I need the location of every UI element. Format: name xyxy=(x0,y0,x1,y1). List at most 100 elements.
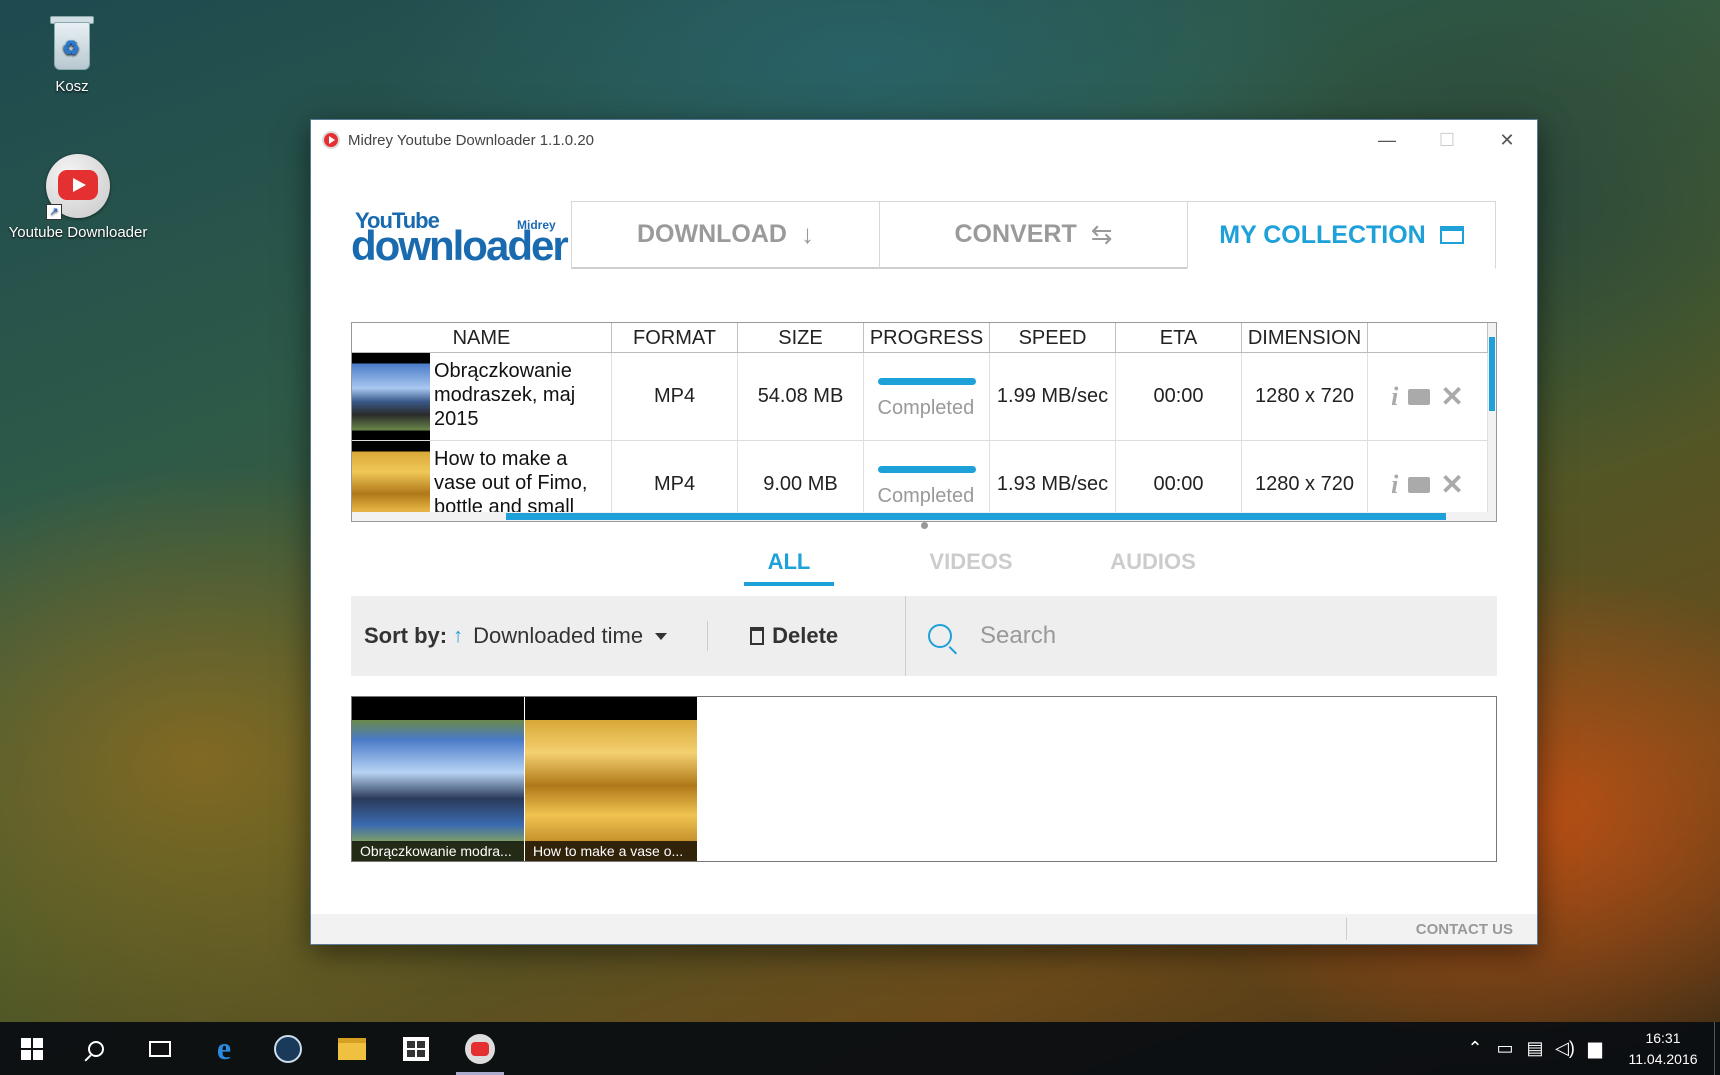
window-controls: — ☐ ✕ xyxy=(1357,120,1537,160)
title-bar[interactable]: Midrey Youtube Downloader 1.1.0.20 — ☐ ✕ xyxy=(311,120,1537,160)
system-tray: ⌃ ▭ ▤ ◁) ▆ 16:31 11.04.2016 xyxy=(1460,1022,1720,1075)
cell-actions: i ✕ xyxy=(1368,441,1488,521)
edge-icon: e xyxy=(216,1030,232,1066)
cell-dimension: 1280 x 720 xyxy=(1242,441,1368,521)
scrollbar-thumb[interactable] xyxy=(1489,337,1495,411)
recycle-bin-icon: ♻ xyxy=(46,12,98,72)
column-header-actions xyxy=(1368,323,1488,352)
chevron-down-icon[interactable] xyxy=(655,632,668,640)
column-header-format[interactable]: FORMAT xyxy=(612,323,738,352)
tab-my-collection[interactable]: MY COLLECTION xyxy=(1187,201,1496,269)
search-box xyxy=(905,596,1497,676)
contact-us-link[interactable]: CONTACT US xyxy=(1416,921,1513,938)
search-input[interactable] xyxy=(980,622,1380,650)
column-header-size[interactable]: SIZE xyxy=(738,323,864,352)
taskbar-edge[interactable]: e xyxy=(192,1022,256,1075)
clock[interactable]: 16:31 11.04.2016 xyxy=(1618,1028,1708,1070)
column-header-eta[interactable]: ETA xyxy=(1116,323,1242,352)
gallery-item[interactable]: How to make a vase o... xyxy=(525,697,698,861)
gallery-item[interactable]: Obrączkowanie modra... xyxy=(352,697,525,861)
filter-tabs: ALL VIDEOS AUDIOS xyxy=(698,540,1244,586)
info-icon[interactable]: i xyxy=(1391,382,1398,412)
taskbar-file-explorer[interactable] xyxy=(320,1022,384,1075)
folder-icon[interactable] xyxy=(1408,388,1431,405)
cell-speed: 1.93 MB/sec xyxy=(990,441,1116,521)
divider xyxy=(707,621,709,651)
desktop-icon-youtube-downloader[interactable]: ↗ Youtube Downloader xyxy=(0,154,158,241)
progress-status: Completed xyxy=(877,484,975,507)
remove-icon[interactable]: ✕ xyxy=(1440,468,1463,501)
tab-label: CONVERT xyxy=(954,220,1077,248)
scrollbar-thumb[interactable] xyxy=(506,513,1446,520)
tab-label: MY COLLECTION xyxy=(1219,220,1426,249)
tab-label: DOWNLOAD xyxy=(637,220,787,248)
filter-tab-audios[interactable]: AUDIOS xyxy=(1062,540,1244,586)
taskbar-store[interactable] xyxy=(384,1022,448,1075)
desktop-icon-recycle-bin[interactable]: ♻ Kosz xyxy=(0,12,152,95)
sort-direction-icon[interactable]: ↑ xyxy=(453,625,463,648)
window-title: Midrey Youtube Downloader 1.1.0.20 xyxy=(348,131,595,149)
vertical-scrollbar[interactable] xyxy=(1488,323,1496,521)
taskbar-steam[interactable] xyxy=(256,1022,320,1075)
column-header-name[interactable]: NAME xyxy=(352,323,612,352)
steam-icon xyxy=(274,1034,302,1063)
cell-name: Obrączkowanie modraszek, maj 2015 xyxy=(352,353,612,440)
desktop-icon-label: Kosz xyxy=(55,78,89,95)
collection-gallery: Obrączkowanie modra... How to make a vas… xyxy=(351,696,1497,862)
gallery-caption: How to make a vase o... xyxy=(525,841,697,861)
tab-download[interactable]: DOWNLOAD ↓ xyxy=(571,201,880,269)
table-row[interactable]: Obrączkowanie modraszek, maj 2015 MP4 54… xyxy=(352,353,1496,441)
folder-icon xyxy=(1439,226,1464,244)
sort-select[interactable]: Downloaded time xyxy=(473,623,643,649)
progress-status: Completed xyxy=(877,396,975,419)
cell-size: 9.00 MB xyxy=(738,441,864,521)
app-window: Midrey Youtube Downloader 1.1.0.20 — ☐ ✕… xyxy=(310,119,1538,945)
battery-icon[interactable]: ▭ xyxy=(1490,1038,1520,1059)
taskbar-search-button[interactable] xyxy=(64,1022,128,1075)
taskbar-youtube-downloader[interactable] xyxy=(448,1022,512,1075)
folder-icon[interactable] xyxy=(1408,476,1431,493)
divider xyxy=(1346,918,1347,940)
filter-tab-videos[interactable]: VIDEOS xyxy=(880,540,1062,586)
footer: CONTACT US xyxy=(311,914,1537,944)
table-row[interactable]: How to make a vase out of Fimo, bottle a… xyxy=(352,441,1496,521)
cell-size: 54.08 MB xyxy=(738,353,864,440)
trash-icon xyxy=(750,627,765,645)
maximize-button[interactable]: ☐ xyxy=(1417,120,1477,160)
horizontal-scrollbar[interactable] xyxy=(352,512,1490,521)
shortcut-arrow-icon: ↗ xyxy=(46,204,62,220)
column-header-dimension[interactable]: DIMENSION xyxy=(1242,323,1368,352)
close-button[interactable]: ✕ xyxy=(1477,120,1537,160)
task-view-icon xyxy=(149,1040,171,1057)
minimize-button[interactable]: — xyxy=(1357,120,1417,160)
splitter-handle[interactable] xyxy=(921,522,928,529)
desktop-icon-label: Youtube Downloader xyxy=(8,224,148,241)
delete-button[interactable]: Delete xyxy=(750,623,838,649)
progress-bar xyxy=(877,465,976,473)
remove-icon[interactable]: ✕ xyxy=(1440,380,1463,413)
app-icon xyxy=(322,131,340,149)
network-icon[interactable]: ▤ xyxy=(1520,1038,1550,1059)
show-desktop-button[interactable] xyxy=(1714,1022,1720,1075)
clock-date: 11.04.2016 xyxy=(1628,1050,1698,1067)
filter-tab-all[interactable]: ALL xyxy=(698,540,880,586)
task-view-button[interactable] xyxy=(128,1022,192,1075)
column-header-speed[interactable]: SPEED xyxy=(990,323,1116,352)
video-thumbnail xyxy=(352,441,430,521)
search-icon xyxy=(88,1040,104,1057)
info-icon[interactable]: i xyxy=(1391,470,1398,500)
youtube-downloader-icon xyxy=(465,1033,495,1064)
store-icon xyxy=(403,1036,429,1061)
filter-tab-label: VIDEOS xyxy=(929,549,1013,574)
start-button[interactable] xyxy=(0,1022,64,1075)
taskbar: e ⌃ ▭ ▤ ◁) ▆ 16:31 11.04.2016 xyxy=(0,1022,1720,1075)
arrow-down-icon: ↓ xyxy=(800,219,814,249)
folder-icon xyxy=(338,1037,366,1060)
action-center-icon[interactable]: ▆ xyxy=(1580,1038,1610,1059)
cell-speed: 1.99 MB/sec xyxy=(990,353,1116,440)
column-header-progress[interactable]: PROGRESS xyxy=(864,323,990,352)
sort-label: Sort by: xyxy=(364,623,448,648)
volume-icon[interactable]: ◁) xyxy=(1550,1038,1580,1059)
chevron-up-icon[interactable]: ⌃ xyxy=(1460,1038,1490,1059)
tab-convert[interactable]: CONVERT ⇆ xyxy=(879,201,1188,269)
